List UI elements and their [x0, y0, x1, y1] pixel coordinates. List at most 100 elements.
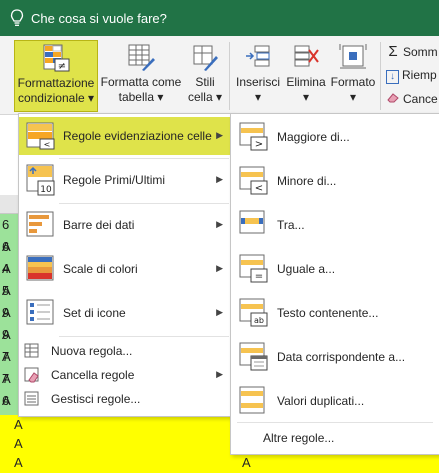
- duplicate-values-icon: [239, 386, 265, 414]
- delete-label: Elimina: [286, 75, 326, 89]
- menu-item-label: Scale di colori: [63, 262, 138, 276]
- menu-item-highlight-cells-rules[interactable]: < Regole evidenziazione celle ▶: [19, 117, 231, 155]
- menu-item-label: Set di icone: [63, 306, 126, 320]
- submenu-item-duplicate-values[interactable]: Valori duplicati...: [231, 383, 439, 419]
- menu-item-icon-sets[interactable]: Set di icone ▶: [19, 294, 231, 332]
- greater-than-icon: >: [239, 122, 268, 151]
- title-bar: Che cosa si vuole fare?: [0, 0, 439, 36]
- clear-button[interactable]: Cance: [386, 92, 438, 110]
- conditional-formatting-icon: ≠: [43, 44, 70, 72]
- svg-text:>: >: [255, 139, 263, 150]
- submenu-arrow-icon: ▶: [216, 174, 223, 184]
- clear-label: Cance: [403, 92, 438, 106]
- cell[interactable]: A: [14, 417, 23, 432]
- fill-label: Riemp: [402, 68, 437, 82]
- submenu-item-less-than[interactable]: < Minore di...: [231, 163, 439, 199]
- ribbon-separator: [380, 42, 381, 110]
- insert-cells-icon: [246, 45, 270, 67]
- autosum-button[interactable]: Σ Somm: [386, 43, 438, 61]
- svg-text:ab: ab: [254, 316, 264, 325]
- menu-item-color-scales[interactable]: Scale di colori ▶: [19, 250, 231, 288]
- submenu-item-label: Valori duplicati...: [277, 394, 365, 408]
- icon-sets-icon: [26, 299, 54, 325]
- menu-item-label: Cancella regole: [51, 368, 135, 382]
- svg-text:≠: ≠: [58, 61, 66, 72]
- new-rule-icon: [24, 343, 39, 358]
- autosum-label: Somm: [403, 45, 438, 59]
- submenu-arrow-icon: ▶: [216, 130, 223, 140]
- submenu-item-greater-than[interactable]: > Maggiore di...: [231, 119, 439, 155]
- submenu-arrow-icon: ▶: [216, 369, 223, 379]
- format-dropdown-arrow: ▾: [349, 90, 357, 104]
- menu-item-manage-rules[interactable]: Gestisci regole...: [19, 387, 231, 411]
- less-than-icon: <: [239, 166, 268, 195]
- submenu-item-label: Maggiore di...: [277, 130, 350, 144]
- menu-item-label: Regole evidenziazione celle: [63, 129, 212, 143]
- insert-label: Inserisci: [235, 75, 280, 89]
- color-scales-icon: [26, 255, 54, 281]
- menu-item-top-bottom-rules[interactable]: 10 Regole Primi/Ultimi ▶: [19, 161, 231, 199]
- menu-item-label: Gestisci regole...: [51, 392, 141, 406]
- sigma-icon: Σ: [388, 43, 398, 60]
- submenu-item-equal-to[interactable]: = Uguale a...: [231, 251, 439, 287]
- submenu-item-label: Minore di...: [277, 174, 337, 188]
- menu-item-data-bars[interactable]: Barre dei dati ▶: [19, 206, 231, 244]
- delete-cells-icon: [294, 45, 319, 67]
- menu-item-label: Regole Primi/Ultimi: [63, 173, 166, 187]
- cond-format-label-2: condizionale ▾: [17, 91, 95, 105]
- lightbulb-icon: [10, 9, 24, 26]
- menu-item-label: Barre dei dati: [63, 218, 135, 232]
- menu-divider: [59, 336, 229, 337]
- cell[interactable]: A: [242, 455, 251, 470]
- equal-to-icon: =: [239, 254, 268, 283]
- submenu-item-label: Altre regole...: [263, 431, 335, 445]
- submenu-item-more-rules[interactable]: Altre regole...: [231, 425, 439, 449]
- insert-dropdown-arrow: ▾: [254, 90, 262, 104]
- format-as-table-icon: [128, 44, 155, 71]
- highlight-rules-submenu: > Maggiore di... < Minore di... Tra... =…: [230, 113, 439, 455]
- submenu-item-label: Testo contenente...: [277, 306, 379, 320]
- menu-item-label: Nuova regola...: [51, 344, 133, 358]
- data-bars-icon: [26, 211, 54, 237]
- fill-down-icon: ↓: [386, 70, 399, 84]
- format-button[interactable]: Formato ▾: [329, 40, 377, 112]
- submenu-arrow-icon: ▶: [216, 219, 223, 229]
- menu-item-clear-rules[interactable]: Cancella regole ▶: [19, 363, 231, 387]
- top-bottom-rules-icon: 10: [26, 164, 55, 196]
- format-label: Formato: [330, 75, 376, 89]
- submenu-item-text-contains[interactable]: ab Testo contenente...: [231, 295, 439, 331]
- manage-rules-icon: [24, 391, 39, 406]
- format-table-label-1: Formatta come: [100, 75, 182, 89]
- svg-text:<: <: [255, 183, 263, 194]
- menu-item-new-rule[interactable]: Nuova regola...: [19, 339, 231, 363]
- submenu-arrow-icon: ▶: [216, 263, 223, 273]
- cell[interactable]: A: [14, 455, 23, 470]
- conditional-formatting-button[interactable]: ≠ Formattazione condizionale ▾: [14, 40, 98, 112]
- delete-button[interactable]: Elimina ▾: [283, 40, 329, 112]
- submenu-item-between[interactable]: Tra...: [231, 207, 439, 243]
- highlight-rules-icon: <: [26, 122, 55, 150]
- submenu-item-label: Uguale a...: [277, 262, 336, 276]
- ribbon-separator: [229, 42, 230, 110]
- fill-button[interactable]: ↓ Riemp: [386, 68, 437, 86]
- format-as-table-button[interactable]: Formatta come tabella ▾: [98, 40, 184, 112]
- ribbon: ≠ Formattazione condizionale ▾ Formatta …: [0, 36, 439, 115]
- cell[interactable]: A: [14, 436, 23, 451]
- conditional-formatting-menu: < Regole evidenziazione celle ▶ 10 Regol…: [18, 113, 232, 417]
- clear-rules-icon: [24, 367, 39, 383]
- tell-me-search[interactable]: Che cosa si vuole fare?: [31, 11, 167, 26]
- cell[interactable]: 6 A: [0, 214, 20, 254]
- text-contains-icon: ab: [239, 298, 268, 327]
- submenu-arrow-icon: ▶: [216, 307, 223, 317]
- menu-divider: [59, 203, 229, 204]
- menu-divider: [237, 422, 433, 423]
- format-cells-icon: [339, 44, 367, 69]
- cell-styles-button[interactable]: Stili cella ▾: [184, 40, 226, 112]
- format-table-label-2: tabella ▾: [118, 90, 164, 104]
- visible-cells: 6 A 6 A 4 A 5 A 9 A 9 A 7 A 7 A 6 A 9 A: [0, 214, 20, 452]
- submenu-item-date-occurring[interactable]: Data corrispondente a...: [231, 339, 439, 375]
- eraser-icon: [386, 92, 400, 106]
- svg-text:10: 10: [40, 185, 52, 195]
- cell-styles-icon: [193, 45, 218, 71]
- insert-button[interactable]: Inserisci ▾: [233, 40, 283, 112]
